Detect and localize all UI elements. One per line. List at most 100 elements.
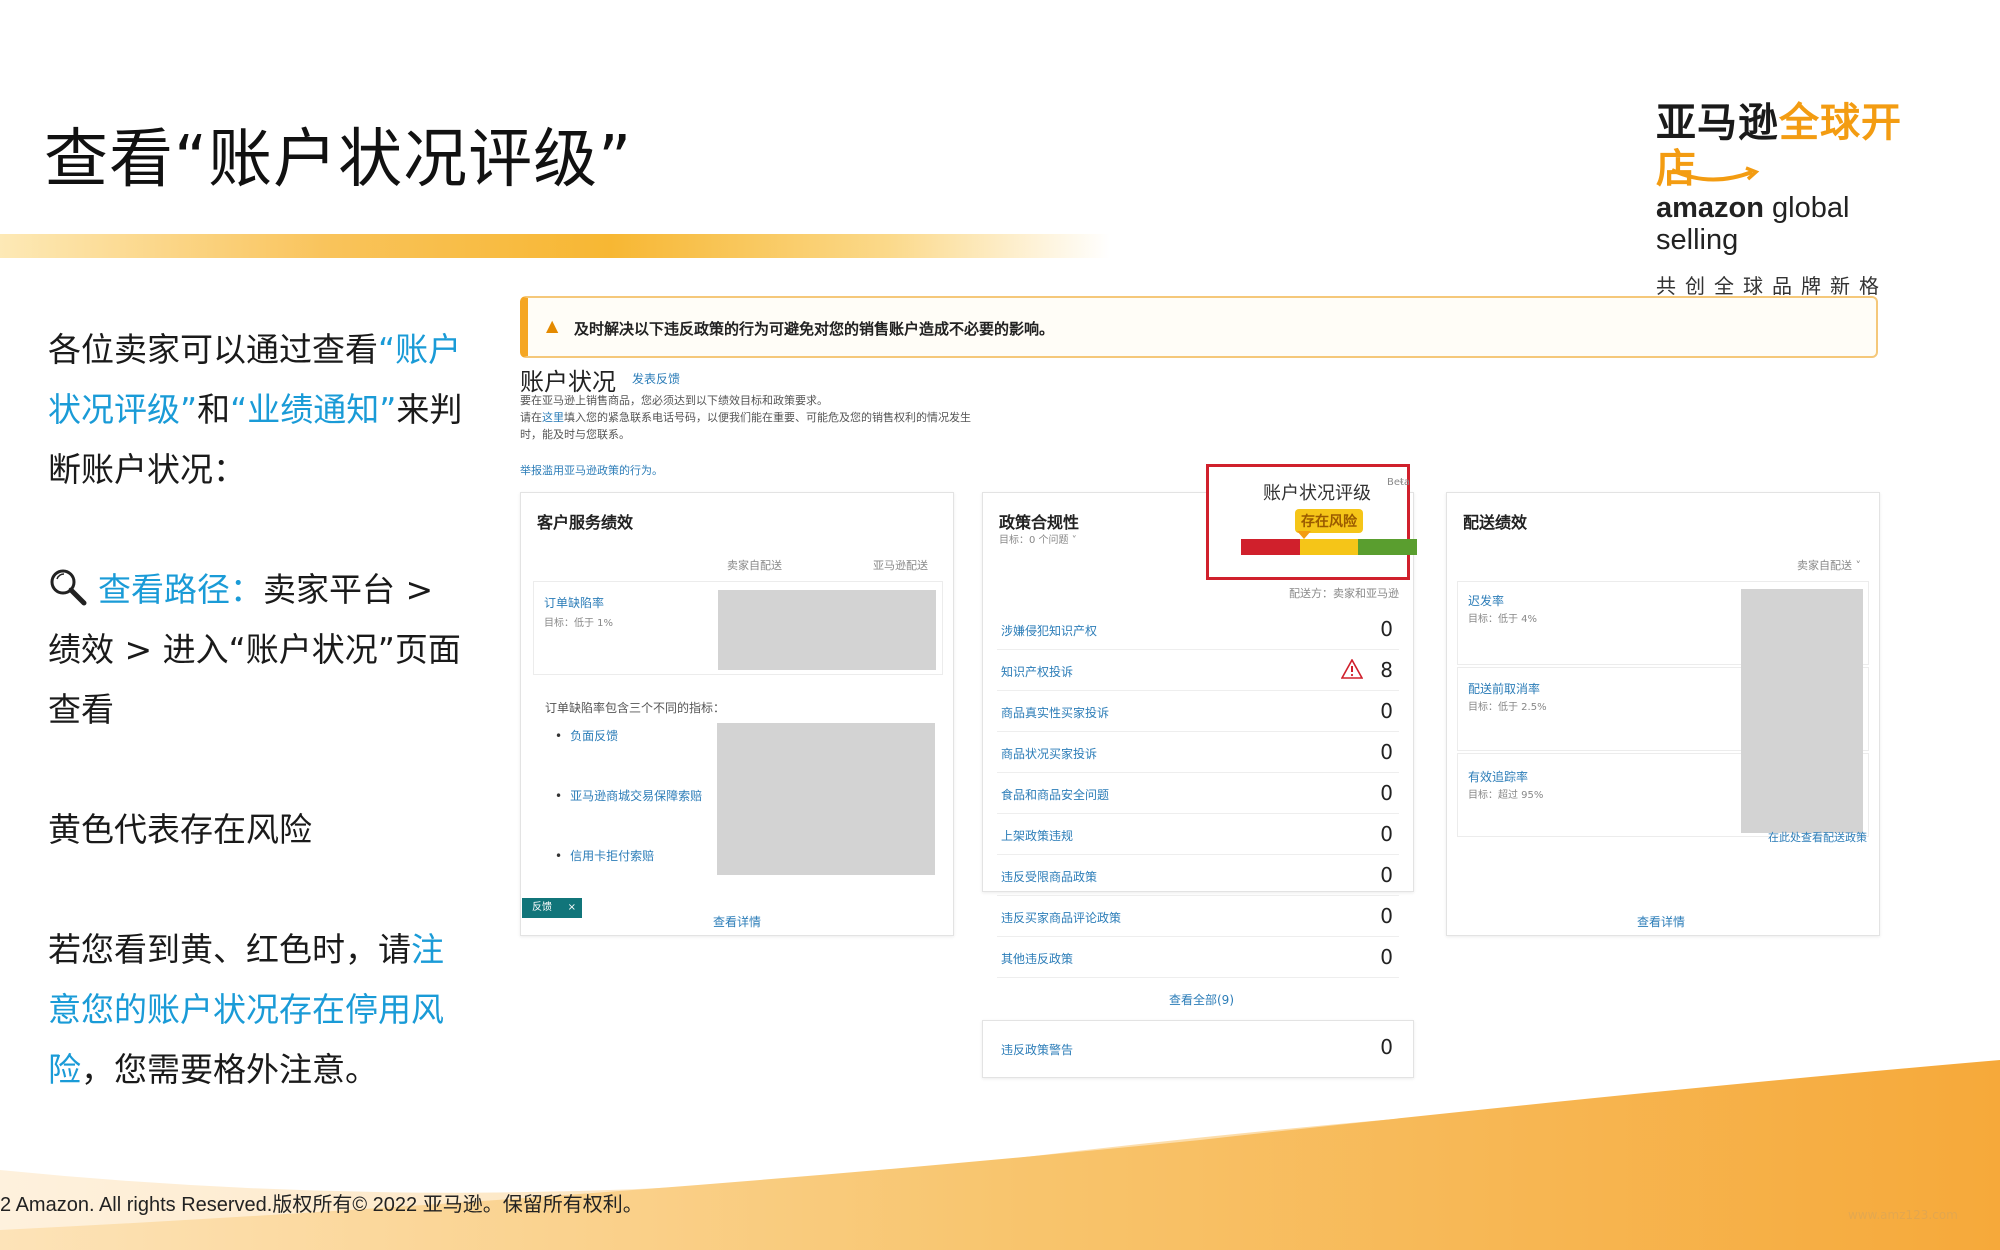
policy-row-value: 0: [1380, 740, 1393, 764]
account-health-screenshot: ▲ 及时解决以下违反政策的行为可避免对您的销售账户造成不必要的影响。 账户状况 …: [520, 292, 1880, 1092]
desc-line-1: 要在亚马逊上销售商品，您必须达到以下绩效目标和政策要求。: [520, 394, 828, 407]
policy-row[interactable]: 商品真实性买家投诉 0: [997, 691, 1399, 732]
path-paragraph: 查看路径：卖家平台 > 绩效 > 进入“账户状况”页面查看: [48, 560, 468, 740]
chevron-down-icon[interactable]: ˅: [1072, 535, 1077, 546]
policy-row-label[interactable]: 商品状况买家投诉: [1001, 745, 1097, 762]
rating-yellow: [1299, 539, 1359, 555]
rating-pointer: [1297, 531, 1311, 539]
title-underline-band: [0, 234, 1110, 258]
policy-compliance-title: 政策合规性: [999, 513, 1080, 532]
shipping-performance-card: 配送绩效 卖家自配送 ˅ 迟发率 目标：低于 4% 配送前取消率 目标：低于 2…: [1446, 492, 1880, 936]
rating-title: 账户状况评级: [1263, 483, 1371, 504]
feedback-tag[interactable]: 反馈 ×: [522, 898, 582, 918]
page-title: 查看“账户状况评级”: [44, 123, 633, 197]
delivery-label: 配送方：卖家和亚马逊: [1289, 587, 1399, 600]
policy-row-value: 0: [1380, 699, 1393, 723]
policy-row-label[interactable]: 商品真实性买家投诉: [1001, 704, 1109, 721]
policy-row[interactable]: 商品状况买家投诉 0: [997, 732, 1399, 773]
magnifier-icon: [50, 569, 87, 606]
warning-icon: ▲: [546, 316, 559, 335]
customer-view-details[interactable]: 查看详情: [713, 913, 761, 930]
odr-label[interactable]: 订单缺陷率: [544, 594, 604, 611]
risk-status-badge: 存在风险: [1295, 509, 1363, 533]
alert-text: 及时解决以下违反政策的行为可避免对您的销售账户造成不必要的影响。: [574, 320, 1055, 338]
shipping-title: 配送绩效: [1463, 513, 1528, 532]
policy-row-value: 0: [1380, 617, 1393, 641]
redacted-block: [1741, 589, 1863, 833]
late-shipment-label[interactable]: 迟发率: [1468, 592, 1504, 609]
policy-row[interactable]: 其他违反政策 0: [997, 937, 1399, 978]
late-shipment-target: 目标：低于 4%: [1468, 614, 1538, 625]
view-all-link[interactable]: 查看全部(9): [1169, 991, 1234, 1008]
policy-row-label[interactable]: 其他违反政策: [1001, 950, 1073, 967]
rating-red: [1241, 539, 1300, 555]
redacted-block: [717, 723, 935, 875]
intro-hl-notice: “业绩通知”: [230, 390, 397, 429]
brand-en-bold: amazon: [1656, 192, 1764, 224]
policy-row-label[interactable]: 违反受限商品政策: [1001, 868, 1097, 885]
odr-box: 订单缺陷率 目标：低于 1%: [533, 581, 943, 675]
customer-service-title: 客户服务绩效: [537, 513, 634, 532]
contact-here-link[interactable]: 这里: [542, 411, 564, 424]
alert-triangle-icon: [1341, 659, 1363, 679]
policy-row[interactable]: 涉嫌侵犯知识产权 0: [997, 609, 1399, 650]
bullet-a-to-z-claims[interactable]: 亚马逊商城交易保障索赔: [555, 787, 702, 804]
valid-tracking-target: 目标：超过 95%: [1468, 790, 1544, 801]
odr-target: 目标：低于 1%: [544, 618, 614, 629]
desc-line-2: 请在这里填入您的紧急联系电话号码，以便我们能在重要、可能危及您的销售权利的情况发…: [520, 409, 980, 443]
shipping-policy-link[interactable]: 在此处查看配送政策: [1768, 829, 1867, 845]
warning-a: 若您看到黄、红色时，请: [48, 930, 411, 969]
path-label: 查看路径：: [98, 570, 263, 609]
intro-c: 和: [197, 390, 231, 429]
policy-row-label[interactable]: 知识产权投诉: [1001, 663, 1073, 680]
rating-color-bar: [1241, 539, 1418, 555]
policy-row-label[interactable]: 涉嫌侵犯知识产权: [1001, 622, 1097, 639]
copyright-footer: 2 Amazon. All rights Reserved.版权所有© 2022…: [0, 1194, 643, 1216]
intro-paragraph: 各位卖家可以通过查看“账户状况评级”和“业绩通知”来判断账户状况：: [48, 320, 468, 500]
policy-row[interactable]: 知识产权投诉 8: [997, 650, 1399, 691]
shipping-column[interactable]: 卖家自配送 ˅: [1797, 557, 1861, 573]
report-abuse-link[interactable]: 举报滥用亚马逊政策的行为。: [520, 462, 663, 478]
brand-en: amazon global selling: [1656, 192, 1908, 256]
cancel-rate-label[interactable]: 配送前取消率: [1468, 680, 1540, 697]
valid-tracking-label[interactable]: 有效追踪率: [1468, 768, 1528, 785]
odr-breakdown: 订单缺陷率包含三个不同的指标：: [545, 701, 726, 715]
policy-row-value: 0: [1380, 781, 1393, 805]
policy-row-value: 0: [1380, 863, 1393, 887]
col-seller-fulfilled: 卖家自配送: [727, 559, 782, 572]
desc-2a: 请在: [520, 411, 542, 424]
bullet-negative-feedback[interactable]: 负面反馈: [555, 727, 618, 744]
account-description: 要在亚马逊上销售商品，您必须达到以下绩效目标和政策要求。 请在这里填入您的紧急联…: [520, 392, 980, 443]
chevron-down-icon[interactable]: ˅: [1399, 481, 1404, 492]
brand-cn-dark: 亚马逊: [1656, 100, 1779, 146]
policy-row-value: 0: [1380, 822, 1393, 846]
desc-2b: 填入您的紧急联系电话号码，以便我们能在重要、可能危及您的销售权利的情况发生时，能…: [520, 411, 971, 441]
feedback-tag-label: 反馈: [532, 902, 552, 913]
policy-row[interactable]: 食品和商品安全问题 0: [997, 773, 1399, 814]
smile-arrow-icon: [1671, 166, 1760, 182]
policy-row[interactable]: 违反买家商品评论政策 0: [997, 896, 1399, 937]
policy-row-value: 0: [1380, 904, 1393, 928]
feedback-link[interactable]: 发表反馈: [632, 370, 680, 387]
intro-a: 各位卖家可以通过查看: [48, 330, 378, 369]
policy-alert-banner: ▲ 及时解决以下违反政策的行为可避免对您的销售账户造成不必要的影响。: [520, 296, 1878, 358]
brand-logo: 亚马逊全球开店 amazon global selling 共创全球品牌新格局: [1656, 100, 1908, 327]
customer-service-card: 客户服务绩效 卖家自配送 亚马逊配送 订单缺陷率 目标：低于 1% 订单缺陷率包…: [520, 492, 954, 936]
shipping-view-details[interactable]: 查看详情: [1637, 913, 1685, 930]
policy-row[interactable]: 违反受限商品政策 0: [997, 855, 1399, 896]
bullet-chargebacks[interactable]: 信用卡拒付索赔: [555, 847, 654, 864]
policy-row-value: 8: [1380, 658, 1393, 682]
close-icon[interactable]: ×: [568, 898, 576, 918]
policy-row-label[interactable]: 食品和商品安全问题: [1001, 786, 1109, 803]
watermark: www.amz123.com: [1848, 1208, 1958, 1222]
account-health-rating[interactable]: 账户状况评级 Beta ˅ 存在风险: [1206, 464, 1418, 580]
policy-target-text: 目标：0 个问题: [999, 535, 1069, 546]
policy-row-value: 0: [1380, 945, 1393, 969]
policy-row-label[interactable]: 违反买家商品评论政策: [1001, 909, 1121, 926]
policy-target: 目标：0 个问题 ˅: [999, 531, 1077, 546]
policy-row-label[interactable]: 上架政策违规: [1001, 827, 1073, 844]
policy-row[interactable]: 上架政策违规 0: [997, 814, 1399, 855]
yellow-note: 黄色代表存在风险: [48, 810, 312, 849]
redacted-block: [718, 590, 936, 670]
cancel-rate-target: 目标：低于 2.5%: [1468, 702, 1547, 713]
